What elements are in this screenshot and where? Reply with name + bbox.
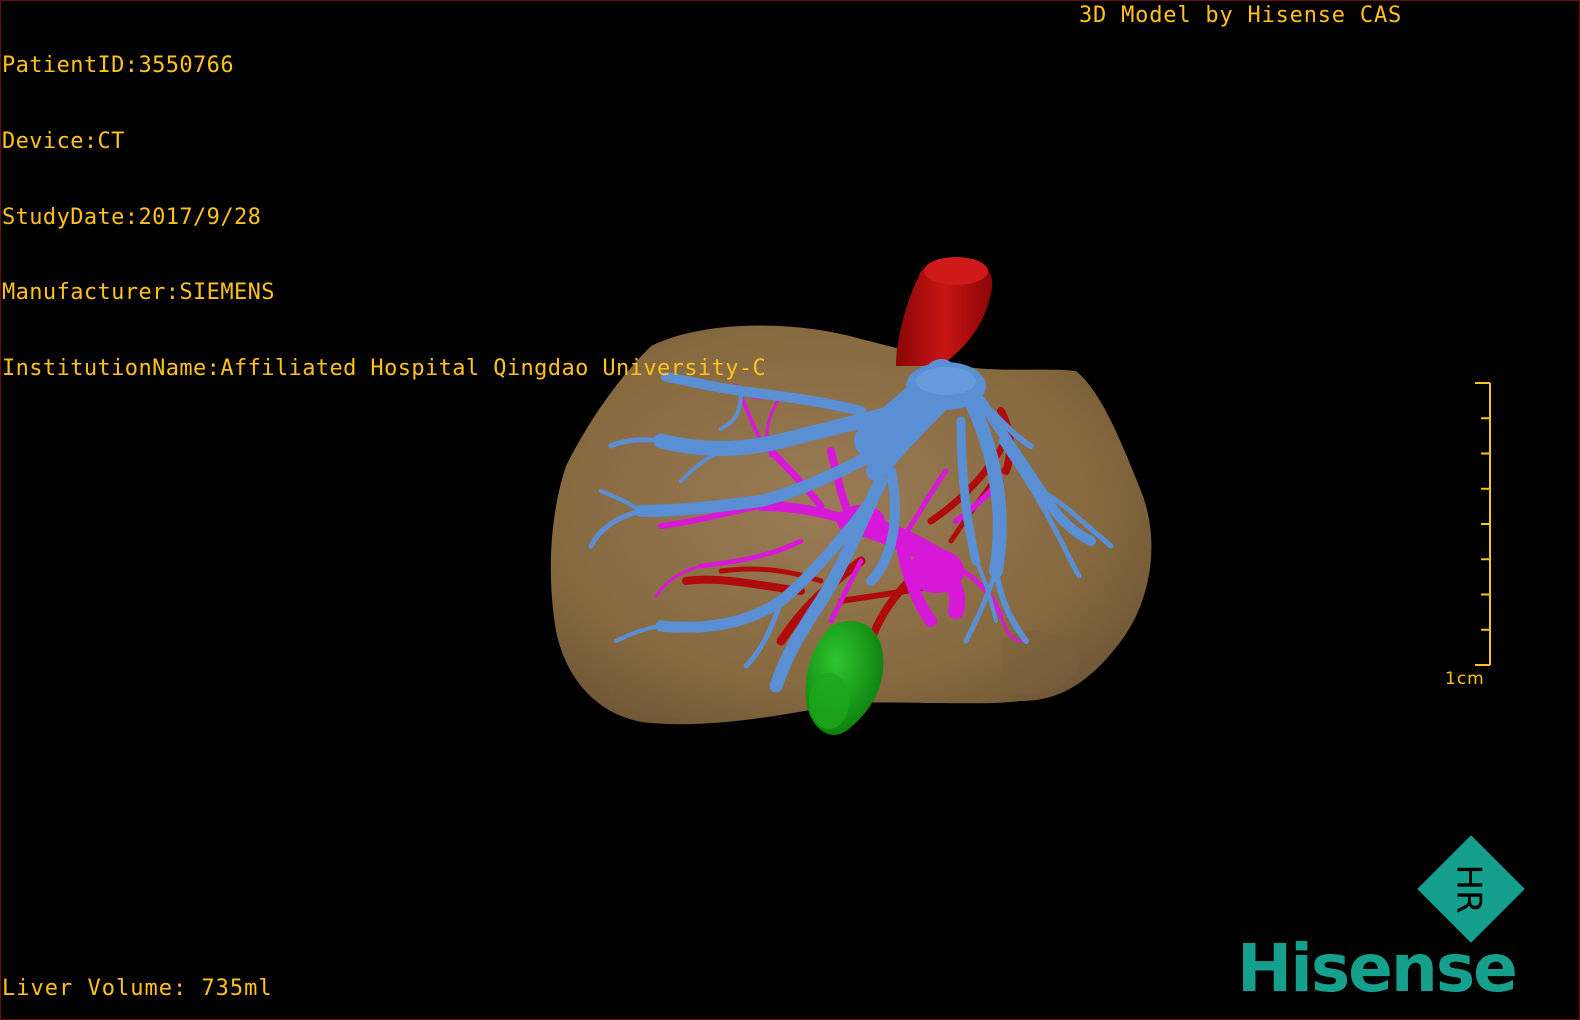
scale-bar-label: 1cm xyxy=(1445,669,1485,689)
manufacturer-text: Manufacturer:SIEMENS xyxy=(2,280,275,306)
study-date-text: StudyDate:2017/9/28 xyxy=(2,204,262,230)
dicom-info-panel: PatientID:3550766 Device:CT StudyDate:20… xyxy=(2,3,766,431)
3d-viewport[interactable]: PatientID:3550766 Device:CT StudyDate:20… xyxy=(0,0,1580,1020)
institution-text: InstitutionName:Affiliated Hospital Qing… xyxy=(2,355,767,381)
patient-id-text: PatientID:3550766 xyxy=(2,53,234,79)
liver-volume-text: Liver Volume: 735ml xyxy=(2,976,273,1001)
device-text: Device:CT xyxy=(2,129,125,155)
hisense-brand-logo: Hisense xyxy=(1237,930,1518,1007)
scale-bar xyxy=(1475,382,1491,666)
inferior-vena-cava xyxy=(896,257,993,366)
model-credit-text: 3D Model by Hisense CAS xyxy=(1079,3,1403,28)
svg-text:HR: HR xyxy=(1449,864,1489,913)
